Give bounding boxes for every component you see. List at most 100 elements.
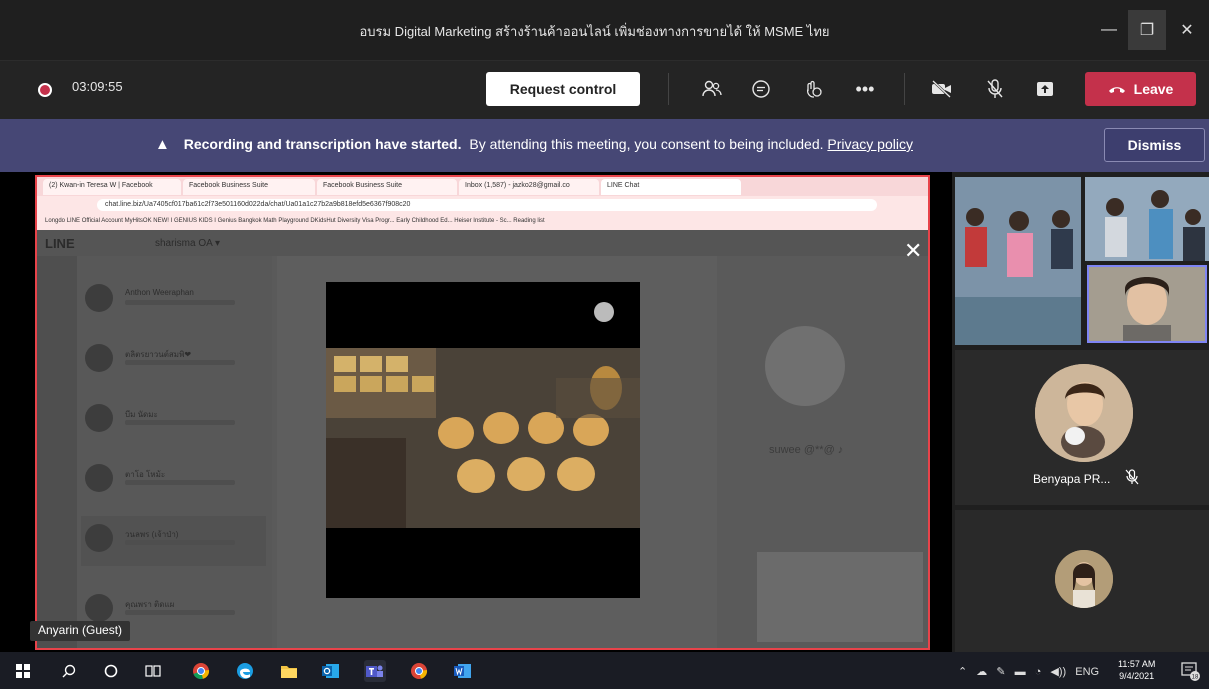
browser-tab: LINE Chat xyxy=(601,179,741,195)
tray-chevron-icon[interactable]: ⌃ xyxy=(958,666,967,678)
line-sidebar xyxy=(37,256,77,648)
leave-label: Leave xyxy=(1133,81,1174,97)
participant-tile[interactable] xyxy=(955,510,1209,652)
browser-url: chat.line.biz/Ua7405cf017ba61c2f73e50116… xyxy=(97,199,877,211)
language-indicator[interactable]: ENG xyxy=(1075,666,1099,678)
onedrive-icon: ☁ xyxy=(976,666,988,678)
mic-off-icon xyxy=(1125,469,1139,488)
browser-tab-strip: (2) Kwan-in Teresa W | Facebook Facebook… xyxy=(37,177,928,196)
participant-video-tile[interactable] xyxy=(1085,177,1209,261)
close-button[interactable]: ✕ xyxy=(1168,10,1206,50)
line-logo: LINE xyxy=(45,236,75,251)
chat-preview xyxy=(125,360,235,365)
pen-icon: ✎ xyxy=(996,666,1006,678)
participants-icon[interactable] xyxy=(695,73,729,105)
video-popup xyxy=(326,282,640,598)
mic-off-icon[interactable] xyxy=(978,73,1012,105)
list-item: ตลิตรยาวนต์สมพิ❤ xyxy=(81,336,266,386)
avatar xyxy=(85,404,113,432)
browser-bookmarks: Longdo LINE Official Account MyHitsOK NE… xyxy=(37,214,928,230)
windows-taskbar: ⌃ ☁ ✎ ▬ ◔ ◀)) ENG 11:57 AM 9/4/2021 18 xyxy=(0,652,1209,689)
leave-button[interactable]: Leave xyxy=(1085,72,1196,106)
recording-consent-banner: ▲ Recording and transcription have start… xyxy=(0,119,1209,172)
chat-preview xyxy=(125,300,235,305)
privacy-policy-link[interactable]: Privacy policy xyxy=(827,136,913,152)
reactions-icon[interactable] xyxy=(796,73,830,105)
list-item: ตาโอ โหม้ะ xyxy=(81,456,266,506)
avatar xyxy=(85,464,113,492)
word-icon[interactable] xyxy=(452,660,474,682)
more-icon[interactable]: ••• xyxy=(848,73,882,105)
recording-indicator-icon xyxy=(38,83,52,97)
cortana-icon[interactable] xyxy=(100,660,122,682)
browser-tab: Facebook Business Suite xyxy=(317,179,457,195)
camera-off-icon[interactable] xyxy=(925,73,959,105)
banner-bold-text: Recording and transcription have started… xyxy=(183,136,462,152)
network-icon: ▬ xyxy=(1014,666,1026,678)
self-video-tile[interactable] xyxy=(1087,265,1207,343)
video-logo-icon xyxy=(594,302,614,322)
presenter-name-label: Anyarin (Guest) xyxy=(30,621,131,641)
notes-box xyxy=(757,552,923,642)
browser-address-bar: chat.line.biz/Ua7405cf017ba61c2f73e50116… xyxy=(37,196,928,214)
share-icon[interactable] xyxy=(1028,73,1062,105)
list-item: บีม นัดมะ xyxy=(81,396,266,446)
chat-preview xyxy=(125,540,235,545)
chat-preview xyxy=(125,610,235,615)
line-header: LINE sharisma OA ▾ xyxy=(37,230,928,256)
notification-center-icon[interactable]: 18 xyxy=(1180,661,1200,681)
teams-icon[interactable] xyxy=(364,660,386,682)
request-control-button[interactable]: Request control xyxy=(486,72,640,106)
chrome-profile-icon[interactable] xyxy=(408,660,430,682)
participant-tile-benyapa[interactable]: Benyapa PR... xyxy=(955,350,1209,505)
clock-date: 9/4/2021 xyxy=(1119,671,1155,681)
notification-count: 18 xyxy=(1192,675,1199,681)
warning-icon: ▲ xyxy=(155,136,170,153)
browser-tab: Facebook Business Suite xyxy=(183,179,315,195)
line-chat-list: Anthon Weeraphan ตลิตรยาวนต์สมพิ❤ บีม นั… xyxy=(77,256,272,648)
taskbar-clock[interactable]: 11:57 AM 9/4/2021 xyxy=(1118,658,1155,682)
line-profile-pane: suwee @**@ ♪ xyxy=(717,256,928,648)
toolbar-divider xyxy=(668,73,669,105)
participant-name: Benyapa PR... xyxy=(1033,472,1111,486)
avatar xyxy=(1035,364,1133,462)
line-account-name: sharisma OA ▾ xyxy=(155,238,221,249)
chrome-icon[interactable] xyxy=(190,660,212,682)
list-item: วนลพร (เจ้าป่า) xyxy=(81,516,266,566)
banner-body-text: By attending this meeting, you consent t… xyxy=(469,136,824,152)
chat-icon[interactable] xyxy=(744,73,778,105)
toolbar-divider xyxy=(904,73,905,105)
file-explorer-icon[interactable] xyxy=(278,660,300,682)
phone-hangup-icon xyxy=(1108,87,1125,93)
minimize-button[interactable]: — xyxy=(1090,10,1128,50)
meeting-toolbar: 03:09:55 Request control ••• Leave xyxy=(0,60,1209,119)
outlook-icon[interactable] xyxy=(320,660,342,682)
chat-preview xyxy=(125,420,235,425)
close-icon[interactable]: ✕ xyxy=(904,238,922,264)
avatar xyxy=(1055,550,1113,608)
title-bar: อบรม Digital Marketing สร้างร้านค้าออนไล… xyxy=(0,0,1209,60)
profile-name: suwee @**@ ♪ xyxy=(769,444,844,456)
dismiss-button[interactable]: Dismiss xyxy=(1104,128,1205,162)
chat-name: Anthon Weeraphan xyxy=(125,288,194,297)
participant-video-tile[interactable] xyxy=(955,177,1081,345)
avatar xyxy=(765,326,845,406)
windows-start-icon[interactable] xyxy=(12,660,34,682)
system-tray[interactable]: ⌃ ☁ ✎ ▬ ◔ ◀)) ENG xyxy=(958,665,1099,678)
avatar xyxy=(85,284,113,312)
browser-tab: (2) Kwan-in Teresa W | Facebook xyxy=(43,179,181,195)
meeting-timer: 03:09:55 xyxy=(72,79,123,94)
search-icon[interactable] xyxy=(58,660,80,682)
task-view-icon[interactable] xyxy=(142,660,164,682)
chat-preview xyxy=(125,480,235,485)
window-title: อบรม Digital Marketing สร้างร้านค้าออนไล… xyxy=(359,24,830,39)
volume-icon: ◀)) xyxy=(1050,666,1067,678)
wifi-icon: ◔ xyxy=(1034,666,1042,678)
avatar xyxy=(85,344,113,372)
browser-tab: Inbox (1,587) - jazko28@gmail.co xyxy=(459,179,599,195)
edge-icon[interactable] xyxy=(234,660,256,682)
maximize-button[interactable]: ❐ xyxy=(1128,10,1166,50)
avatar xyxy=(85,524,113,552)
product-photo xyxy=(326,348,640,528)
list-item: Anthon Weeraphan xyxy=(81,276,266,326)
